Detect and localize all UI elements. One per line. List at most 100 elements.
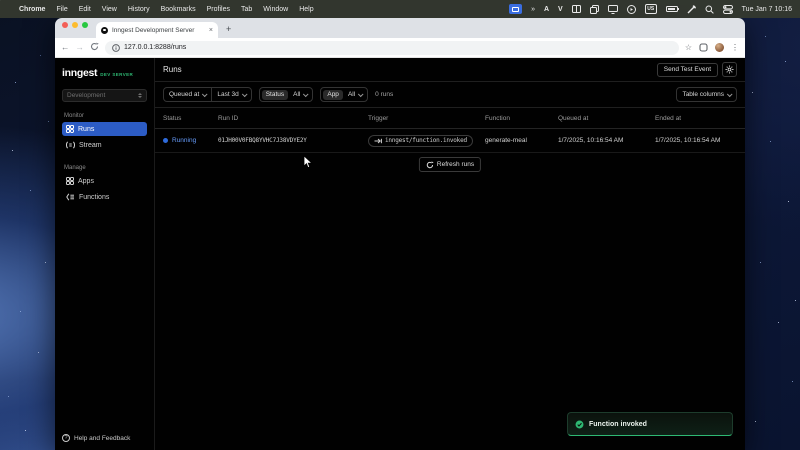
reload-button[interactable] [90, 42, 99, 53]
sidebar-item-runs[interactable]: Runs [62, 122, 147, 136]
app-filter-value: All [348, 91, 355, 98]
help-and-feedback[interactable]: ? Help and Feedback [62, 434, 147, 442]
inngest-app: inngest DEV SERVER Development Monitor R… [55, 58, 745, 450]
run-status: Running [163, 137, 218, 144]
success-check-icon [575, 420, 584, 429]
sidebar-item-functions[interactable]: Functions [62, 190, 147, 204]
site-info-icon[interactable] [112, 39, 120, 57]
status-filter-value: All [293, 91, 300, 98]
menu-file[interactable]: File [56, 6, 67, 13]
minimize-window-button[interactable] [72, 22, 78, 28]
inngest-favicon [101, 27, 108, 34]
menubar-clock[interactable]: Tue Jan 7 10:16 [742, 6, 792, 13]
app-filter-group[interactable]: App All [320, 87, 368, 102]
time-range-dropdown[interactable]: Last 3d [211, 88, 250, 101]
tab-strip: Inngest Development Server × + [55, 18, 745, 38]
stream-icon [66, 141, 75, 149]
settings-gear-button[interactable] [722, 62, 737, 77]
queued-at-value: 1/7/2025, 10:16:54 AM [558, 137, 655, 144]
function-name[interactable]: generate-meal [485, 137, 558, 144]
trigger-name: inngest/function.invoked [385, 137, 467, 144]
table-columns-label: Table columns [682, 91, 724, 98]
app-a-icon[interactable]: A [544, 4, 549, 14]
updown-chevron-icon [138, 93, 142, 98]
control-center-icon[interactable] [723, 4, 733, 14]
col-ended-at: Ended at [655, 115, 745, 122]
url-bar[interactable]: 127.0.0.1:8288/runs [105, 41, 679, 55]
display-icon[interactable] [608, 4, 618, 14]
extensions-icon[interactable] [699, 39, 708, 57]
dev-server-badge: DEV SERVER [100, 72, 133, 77]
chevrons-menu-icon[interactable]: » [531, 4, 535, 14]
screen-recording-icon[interactable] [627, 4, 636, 14]
close-window-button[interactable] [62, 22, 68, 28]
chevron-down-icon [358, 91, 364, 97]
bookmark-star-icon[interactable]: ☆ [685, 43, 692, 52]
tool-icon[interactable] [687, 4, 696, 14]
back-button[interactable]: ← [61, 43, 70, 52]
status-filter-label: Status [262, 90, 288, 100]
window-controls [62, 18, 88, 38]
col-queued-at: Queued at [558, 115, 655, 122]
browser-tab[interactable]: Inngest Development Server × [96, 22, 218, 38]
col-status: Status [163, 115, 218, 122]
environment-select[interactable]: Development [62, 89, 147, 102]
help-icon: ? [62, 434, 70, 442]
col-function: Function [485, 115, 558, 122]
status-filter-group[interactable]: Status All [259, 87, 314, 102]
battery-icon[interactable] [666, 6, 678, 12]
main-content: Runs Send Test Event Queued at Last 3d [155, 58, 745, 450]
menu-tab[interactable]: Tab [241, 6, 252, 13]
spotlight-search-icon[interactable] [705, 4, 714, 14]
col-run-id: Run ID [218, 115, 368, 122]
sidebar-item-stream[interactable]: Stream [62, 138, 147, 152]
refresh-icon [426, 161, 434, 169]
sidebar-item-apps[interactable]: Apps [62, 174, 147, 188]
screen-share-indicator-icon[interactable] [509, 4, 522, 14]
tab-close-icon[interactable]: × [209, 27, 213, 34]
help-label: Help and Feedback [74, 435, 130, 442]
col-trigger: Trigger [368, 115, 485, 122]
window-tiling-icon[interactable] [572, 4, 581, 14]
app-v-icon[interactable]: V [558, 4, 563, 14]
time-field-dropdown[interactable]: Queued at [164, 88, 211, 101]
table-header: Status Run ID Trigger Function Queued at… [155, 108, 745, 129]
menu-edit[interactable]: Edit [79, 6, 91, 13]
sidebar-item-label: Stream [79, 142, 102, 149]
menu-help[interactable]: Help [299, 6, 313, 13]
manage-section-label: Manage [64, 165, 145, 171]
time-range-value: Last 3d [217, 91, 238, 98]
input-source-icon[interactable]: US [645, 4, 657, 14]
runs-icon [66, 125, 74, 133]
send-test-event-button[interactable]: Send Test Event [657, 63, 718, 77]
table-columns-dropdown[interactable]: Table columns [676, 87, 737, 102]
app-filter-dropdown[interactable]: All [343, 88, 367, 101]
environment-select-value: Development [67, 92, 105, 99]
runs-count: 0 runs [375, 91, 393, 98]
apps-icon [66, 177, 74, 185]
menu-window[interactable]: Window [263, 6, 288, 13]
menu-profiles[interactable]: Profiles [207, 6, 230, 13]
trigger-badge[interactable]: inngest/function.invoked [368, 135, 473, 147]
run-id: 01JH00V0FBQ8YVHC7J38VDYE2Y [218, 137, 368, 144]
profile-avatar[interactable] [715, 43, 724, 52]
menu-chrome[interactable]: Chrome [19, 6, 45, 13]
status-dot-icon [163, 138, 168, 143]
toast-notification: Function invoked [567, 412, 733, 436]
clipboard-icon[interactable] [590, 4, 599, 14]
zoom-window-button[interactable] [82, 22, 88, 28]
table-row[interactable]: Running 01JH00V0FBQ8YVHC7J38VDYE2Y innge… [155, 129, 745, 153]
menu-bookmarks[interactable]: Bookmarks [161, 6, 196, 13]
browser-menu-icon[interactable]: ⋮ [731, 43, 739, 52]
new-tab-button[interactable]: + [226, 24, 231, 38]
functions-icon [66, 193, 75, 201]
sidebar: inngest DEV SERVER Development Monitor R… [55, 58, 155, 450]
refresh-runs-button[interactable]: Refresh runs [419, 157, 481, 172]
filter-bar: Queued at Last 3d Status All [155, 82, 745, 108]
monitor-section-label: Monitor [64, 113, 145, 119]
forward-button[interactable]: → [76, 43, 85, 52]
menu-history[interactable]: History [128, 6, 150, 13]
status-filter-dropdown[interactable]: All [288, 88, 312, 101]
menu-view[interactable]: View [102, 6, 117, 13]
chevron-down-icon [727, 91, 733, 97]
